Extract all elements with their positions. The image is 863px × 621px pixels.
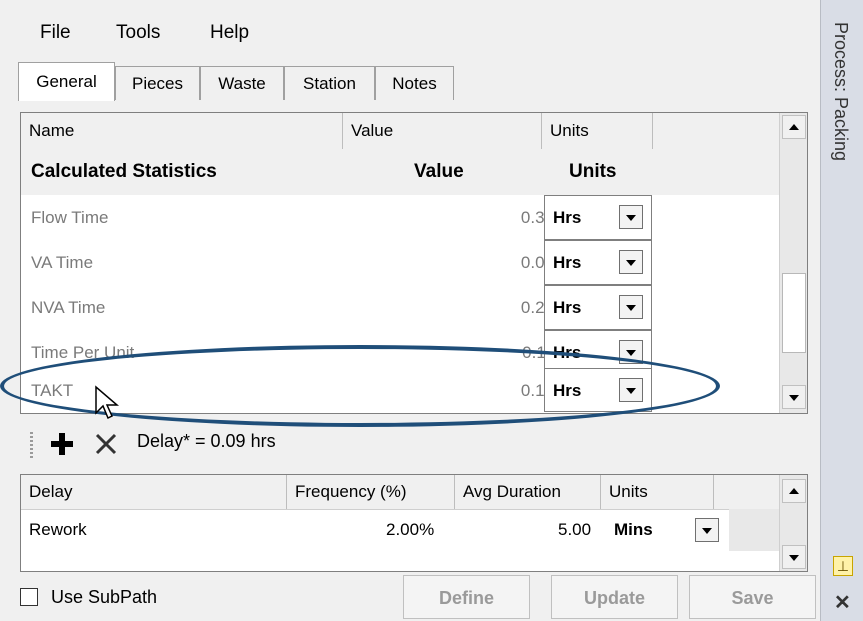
unit-value: Hrs bbox=[553, 298, 582, 317]
tab-waste[interactable]: Waste bbox=[200, 66, 284, 100]
table-row[interactable]: VA Time 0.02 Hrs bbox=[21, 240, 779, 285]
header-units[interactable]: Units bbox=[542, 113, 653, 149]
delay-frequency: 2.00% bbox=[386, 520, 435, 539]
menu-tools[interactable]: Tools bbox=[116, 22, 160, 44]
grid-header: Name Value Units bbox=[21, 113, 779, 150]
table-row[interactable]: Rework 2.00% 5.00 Mins bbox=[21, 509, 779, 551]
tab-station[interactable]: Station bbox=[284, 66, 375, 100]
dropdown-arrow-icon[interactable] bbox=[619, 295, 643, 319]
row-value: 0.21 bbox=[520, 298, 554, 317]
empty-cell bbox=[729, 509, 779, 551]
close-icon[interactable]: ✕ bbox=[834, 590, 851, 615]
unit-select[interactable]: Mins bbox=[605, 509, 729, 551]
dropdown-arrow-icon[interactable] bbox=[619, 250, 643, 274]
unit-select[interactable]: Hrs bbox=[544, 285, 652, 330]
update-button[interactable]: Update bbox=[551, 575, 678, 619]
dropdown-arrow-icon[interactable] bbox=[619, 340, 643, 364]
tab-pieces[interactable]: Pieces bbox=[115, 66, 200, 100]
header-name[interactable]: Name bbox=[21, 113, 343, 149]
row-name: NVA Time bbox=[31, 298, 106, 317]
unit-select[interactable]: Hrs bbox=[544, 368, 652, 412]
row-name: Flow Time bbox=[31, 208, 109, 227]
section-header: Calculated Statistics Value Units bbox=[21, 149, 779, 195]
unit-select[interactable]: Hrs bbox=[544, 240, 652, 285]
toolbar-grip-icon[interactable] bbox=[30, 432, 33, 458]
scroll-up-icon[interactable] bbox=[782, 479, 806, 503]
side-panel-title[interactable]: Process: Packing bbox=[830, 22, 851, 161]
save-button[interactable]: Save bbox=[689, 575, 816, 619]
menu-help[interactable]: Help bbox=[210, 22, 249, 44]
section-value-label: Value bbox=[414, 161, 464, 182]
dropdown-arrow-icon[interactable] bbox=[619, 205, 643, 229]
row-value: 0.31 bbox=[520, 208, 554, 227]
vertical-scrollbar[interactable] bbox=[779, 475, 807, 571]
delay-avg-duration: 5.00 bbox=[558, 520, 592, 539]
mouse-cursor-icon bbox=[95, 385, 120, 420]
delay-summary: Delay* = 0.09 hrs bbox=[137, 431, 276, 451]
delay-grid-header: Delay Frequency (%) Avg Duration Units bbox=[21, 475, 779, 510]
scroll-thumb[interactable] bbox=[782, 273, 806, 353]
vertical-scrollbar[interactable] bbox=[779, 113, 807, 413]
side-panel: Process: Packing ⊥ ✕ bbox=[820, 0, 863, 621]
scroll-up-icon[interactable] bbox=[782, 115, 806, 139]
scroll-down-icon[interactable] bbox=[782, 385, 806, 409]
table-row[interactable]: NVA Time 0.21 Hrs bbox=[21, 285, 779, 330]
x-icon[interactable] bbox=[95, 433, 117, 455]
section-title: Calculated Statistics bbox=[31, 161, 217, 182]
row-name: VA Time bbox=[31, 253, 94, 272]
delay-grid: Delay Frequency (%) Avg Duration Units R… bbox=[20, 474, 808, 572]
header-units[interactable]: Units bbox=[601, 475, 714, 509]
plus-icon[interactable] bbox=[50, 432, 74, 456]
use-subpath-label: Use SubPath bbox=[51, 587, 158, 607]
delay-toolbar: Delay* = 0.09 hrs bbox=[20, 422, 808, 466]
tab-notes[interactable]: Notes bbox=[375, 66, 454, 100]
header-delay[interactable]: Delay bbox=[21, 475, 287, 509]
delay-name: Rework bbox=[29, 520, 87, 539]
menu-bar: File Tools Help bbox=[0, 0, 820, 60]
use-subpath-checkbox[interactable] bbox=[20, 588, 38, 606]
table-row[interactable]: Flow Time 0.31 Hrs bbox=[21, 195, 779, 240]
row-value: 0.02 bbox=[520, 253, 554, 272]
unit-value: Hrs bbox=[553, 381, 582, 400]
unit-value: Mins bbox=[614, 520, 653, 539]
header-frequency[interactable]: Frequency (%) bbox=[287, 475, 455, 509]
unit-value: Hrs bbox=[553, 253, 582, 272]
dropdown-arrow-icon[interactable] bbox=[619, 378, 643, 402]
define-button[interactable]: Define bbox=[403, 575, 530, 619]
tab-general[interactable]: General bbox=[18, 62, 115, 101]
menu-file[interactable]: File bbox=[40, 22, 71, 44]
row-value: 0.10 bbox=[520, 381, 554, 400]
section-units-label: Units bbox=[569, 161, 617, 182]
unit-select[interactable]: Hrs bbox=[544, 195, 652, 240]
header-avg-duration[interactable]: Avg Duration bbox=[455, 475, 601, 509]
pin-icon[interactable]: ⊥ bbox=[833, 556, 853, 576]
statistics-grid: Name Value Units Calculated Statistics V… bbox=[20, 112, 808, 414]
dropdown-arrow-icon[interactable] bbox=[695, 518, 719, 542]
table-row[interactable]: TAKT 0.10 Hrs bbox=[21, 368, 779, 412]
scroll-down-icon[interactable] bbox=[782, 545, 806, 569]
header-value[interactable]: Value bbox=[343, 113, 542, 149]
unit-value: Hrs bbox=[553, 208, 582, 227]
row-name: TAKT bbox=[31, 381, 74, 400]
